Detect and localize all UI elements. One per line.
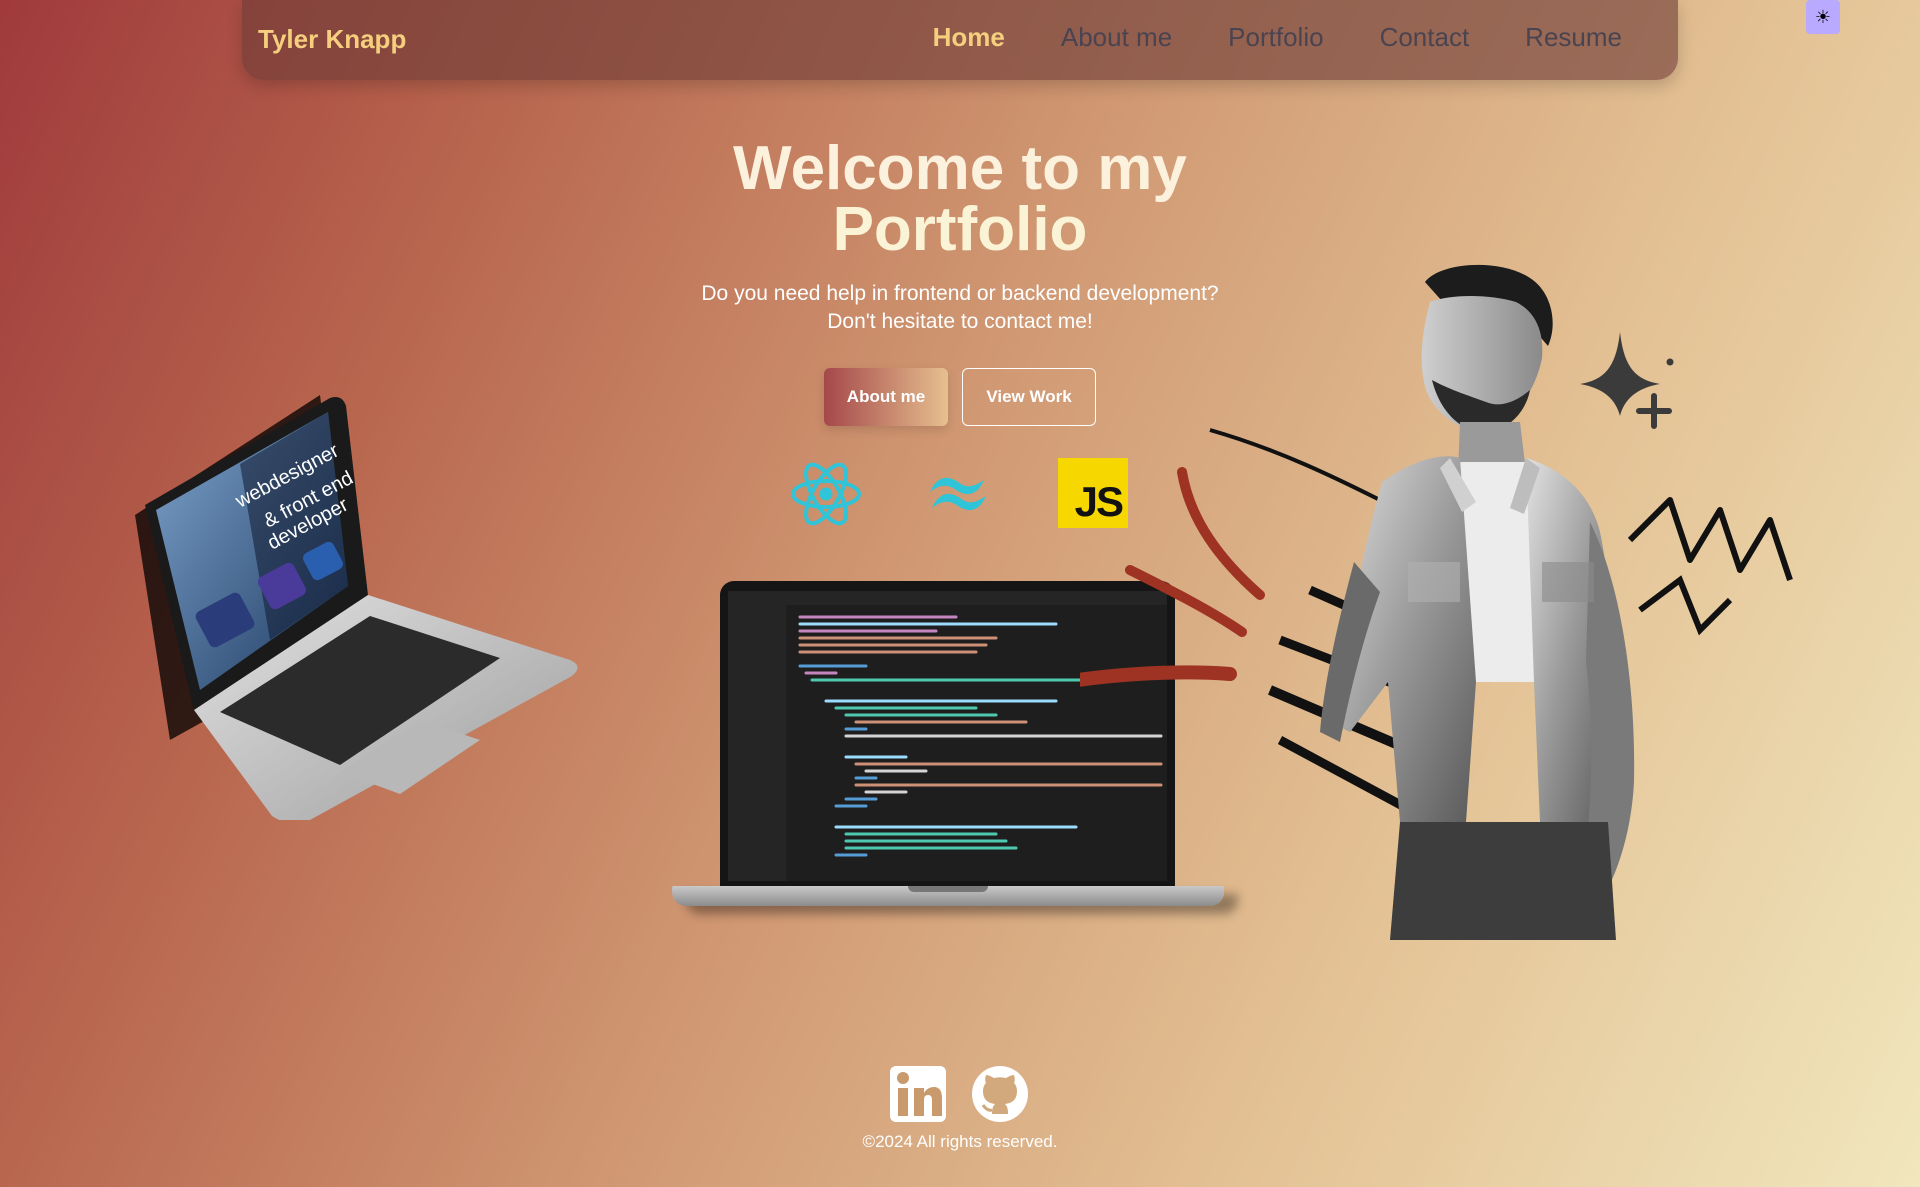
react-icon: [791, 462, 861, 526]
linkedin-icon[interactable]: [888, 1064, 948, 1124]
theme-toggle-button[interactable]: ☀: [1806, 0, 1840, 34]
nav-menu: Home About me Portfolio Contact Resume: [933, 22, 1622, 53]
person-photo: [1320, 264, 1635, 940]
editor-file-explorer: [728, 605, 786, 881]
tailwind-icon: [930, 477, 986, 511]
nav-item-contact[interactable]: Contact: [1380, 22, 1470, 53]
nav-item-about[interactable]: About me: [1061, 22, 1172, 53]
nav-item-resume[interactable]: Resume: [1525, 22, 1622, 53]
sun-icon: ☀: [1814, 6, 1832, 27]
about-me-button[interactable]: About me: [824, 368, 948, 426]
laptop-notch: [908, 886, 988, 892]
hero-title: Welcome to my Portfolio: [660, 138, 1260, 261]
nav-item-portfolio[interactable]: Portfolio: [1228, 22, 1323, 53]
hero-title-line1: Welcome to my: [733, 134, 1187, 203]
laptop-image-left: webdesigner & front end developer: [135, 395, 578, 820]
navbar: Tyler Knapp Home About me Portfolio Cont…: [242, 0, 1678, 80]
copyright-text: ©2024 All rights reserved.: [862, 1132, 1058, 1151]
brand-name[interactable]: Tyler Knapp: [258, 24, 406, 55]
github-icon[interactable]: [970, 1064, 1030, 1124]
view-work-button[interactable]: View Work: [962, 368, 1096, 426]
nav-item-home[interactable]: Home: [933, 22, 1005, 53]
